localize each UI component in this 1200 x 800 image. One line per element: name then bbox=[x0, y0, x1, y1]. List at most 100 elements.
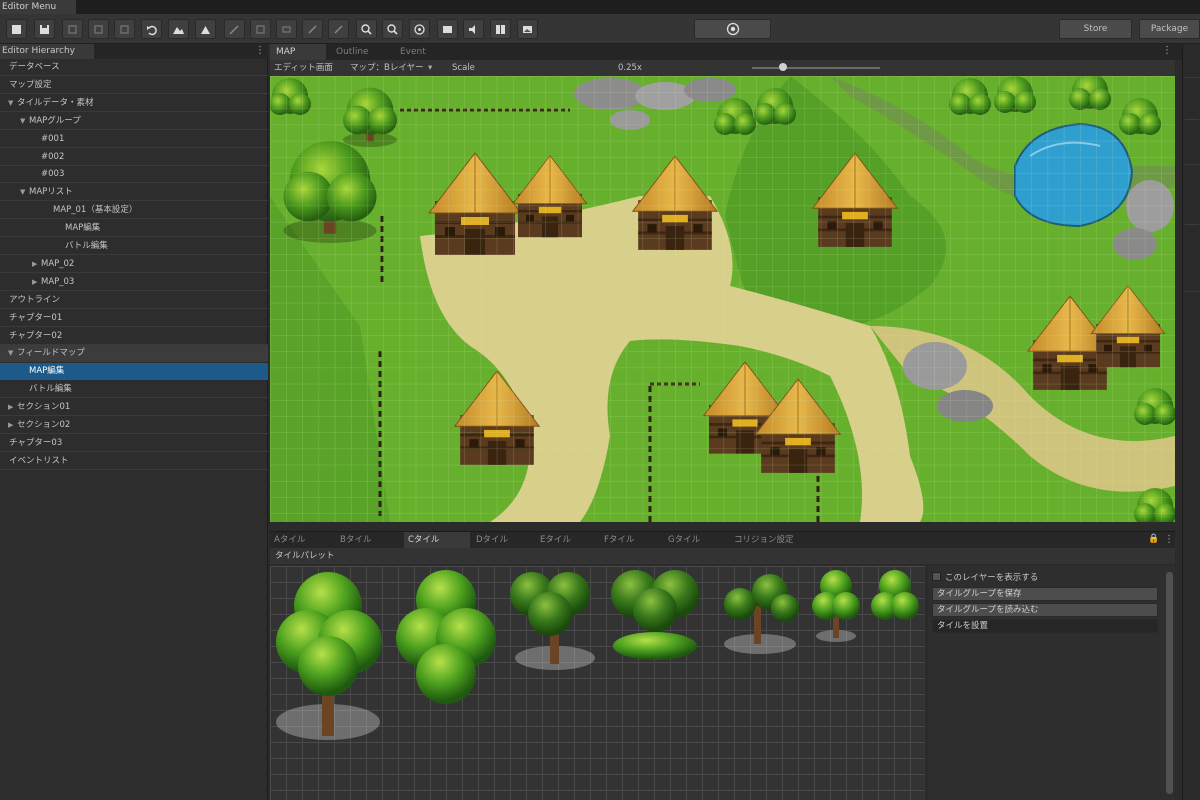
triangle-icon[interactable] bbox=[195, 19, 216, 39]
checkbox-icon[interactable] bbox=[932, 572, 941, 581]
play-button[interactable] bbox=[694, 19, 771, 39]
show-layer-checkbox[interactable]: このレイヤーを表示する bbox=[932, 571, 1158, 585]
undo-icon[interactable] bbox=[141, 19, 162, 39]
village-map[interactable] bbox=[270, 76, 1175, 522]
hierarchy-item[interactable]: #003 bbox=[0, 166, 268, 184]
hierarchy-item[interactable]: MAP編集 bbox=[0, 363, 268, 381]
hierarchy-item[interactable]: ▶ セクション02 bbox=[0, 417, 268, 434]
layer-dropdown[interactable]: マップ：Bレイヤー bbox=[350, 60, 424, 76]
expand-arrow-icon[interactable]: ▼ bbox=[20, 113, 29, 129]
scale-value: 0.25x bbox=[618, 63, 642, 73]
paste-icon[interactable] bbox=[88, 19, 109, 39]
editor-menu-tab[interactable]: Editor Menu bbox=[0, 0, 76, 14]
right-strip-item[interactable] bbox=[1185, 62, 1199, 78]
hierarchy-item[interactable]: ▶ MAP_02 bbox=[0, 256, 268, 273]
map-canvas[interactable] bbox=[270, 76, 1175, 522]
menu-kebab-icon[interactable]: ⋮ bbox=[255, 45, 265, 56]
eyedropper-icon[interactable] bbox=[328, 19, 349, 39]
lock-icon[interactable]: 🔒 bbox=[1148, 534, 1159, 544]
hierarchy-item[interactable]: チャプター03 bbox=[0, 435, 268, 452]
hierarchy-item[interactable]: #002 bbox=[0, 149, 268, 166]
hierarchy-item[interactable]: マップ設定 bbox=[0, 77, 268, 94]
right-strip-item[interactable] bbox=[1185, 209, 1199, 225]
hierarchy-item[interactable]: チャプター02 bbox=[0, 328, 268, 345]
new-icon[interactable] bbox=[6, 19, 27, 39]
hierarchy-tab[interactable]: Editor Hierarchy bbox=[0, 44, 94, 59]
hierarchy-item[interactable]: ▶ MAP_03 bbox=[0, 274, 268, 291]
tile-palette-trees[interactable] bbox=[270, 566, 925, 800]
tab-tile-f[interactable]: Fタイル bbox=[600, 532, 664, 549]
expand-arrow-icon[interactable]: ▼ bbox=[20, 184, 29, 200]
show-layer-label: このレイヤーを表示する bbox=[945, 573, 1039, 583]
tab-tile-c[interactable]: Cタイル bbox=[404, 532, 470, 549]
tile-palette-grid[interactable] bbox=[270, 566, 925, 800]
right-strip-item[interactable] bbox=[1185, 149, 1199, 165]
right-strip-item[interactable] bbox=[1185, 276, 1199, 292]
image-icon[interactable] bbox=[517, 19, 538, 39]
target-icon[interactable] bbox=[409, 19, 430, 39]
tab-tile-g[interactable]: Gタイル bbox=[664, 532, 728, 549]
copy-icon[interactable] bbox=[62, 19, 83, 39]
tab-tile-d[interactable]: Dタイル bbox=[472, 532, 536, 549]
expand-arrow-icon[interactable]: ▼ bbox=[8, 95, 17, 111]
scale-slider-track[interactable] bbox=[752, 67, 880, 69]
collapse-arrow-icon[interactable]: ▶ bbox=[8, 399, 17, 415]
tab-map[interactable]: MAP bbox=[270, 44, 326, 60]
place-tile-button[interactable]: タイルを設置 bbox=[932, 619, 1158, 633]
hierarchy-item[interactable]: #001 bbox=[0, 131, 268, 148]
tile-palette-label: タイルパレット bbox=[270, 548, 1175, 564]
hierarchy-item-label: MAP_01（基本設定） bbox=[53, 205, 138, 216]
save-tile-group-button[interactable]: タイルグループを保存 bbox=[932, 587, 1158, 601]
tab-tile-a[interactable]: Aタイル bbox=[270, 532, 334, 549]
tab-event[interactable]: Event bbox=[394, 44, 454, 60]
zoom-in-icon[interactable] bbox=[356, 19, 377, 39]
ellipse-icon[interactable] bbox=[276, 19, 297, 39]
tab-outline[interactable]: Outline bbox=[330, 44, 390, 60]
pencil-icon[interactable] bbox=[224, 19, 245, 39]
hierarchy-item[interactable]: イベントリスト bbox=[0, 453, 268, 470]
hierarchy-item[interactable]: アウトライン bbox=[0, 292, 268, 309]
layer-dropdown-arrow-icon[interactable]: ▾ bbox=[428, 60, 432, 76]
save-icon[interactable] bbox=[34, 19, 55, 39]
scale-slider-handle[interactable] bbox=[778, 63, 787, 71]
load-tile-group-button[interactable]: タイルグループを読み込む bbox=[932, 603, 1158, 617]
hierarchy-item[interactable]: データベース bbox=[0, 59, 268, 76]
hierarchy-item[interactable]: バトル編集 bbox=[0, 238, 268, 255]
delete-icon[interactable] bbox=[114, 19, 135, 39]
edit-mode-label[interactable]: エディット画面 bbox=[274, 60, 333, 76]
collapse-arrow-icon[interactable]: ▶ bbox=[32, 274, 41, 290]
map-menu-kebab-icon[interactable]: ⋮ bbox=[1162, 45, 1172, 56]
hierarchy-item-label: チャプター01 bbox=[9, 312, 63, 323]
hierarchy-item[interactable]: ▶ セクション01 bbox=[0, 399, 268, 417]
sound-icon[interactable] bbox=[463, 19, 484, 39]
hierarchy-item[interactable]: バトル編集 bbox=[0, 381, 268, 399]
fill-icon[interactable] bbox=[302, 19, 323, 39]
zoom-out-icon[interactable] bbox=[382, 19, 403, 39]
hierarchy-item[interactable]: ▼ MAPリスト bbox=[0, 184, 268, 202]
hierarchy-item[interactable]: MAP_01（基本設定） bbox=[0, 202, 268, 220]
hierarchy-item[interactable]: チャプター01 bbox=[0, 310, 268, 327]
store-button[interactable]: Store bbox=[1059, 19, 1132, 39]
expand-arrow-icon[interactable]: ▼ bbox=[8, 345, 17, 361]
tab-tile-e[interactable]: Eタイル bbox=[536, 532, 600, 549]
tab-collision[interactable]: コリジョン設定 bbox=[730, 532, 810, 549]
hierarchy-item-label: #003 bbox=[41, 169, 65, 180]
hierarchy-item-label: MAP_03 bbox=[41, 276, 75, 287]
book-icon[interactable] bbox=[490, 19, 511, 39]
hierarchy-item[interactable]: ▼ タイルデータ・素材 bbox=[0, 95, 268, 112]
palette-scrollbar[interactable] bbox=[1166, 572, 1173, 794]
tile-menu-kebab-icon[interactable]: ⋮ bbox=[1164, 534, 1174, 545]
package-button[interactable]: Package bbox=[1139, 19, 1200, 39]
hierarchy-item-label: セクション01 bbox=[17, 402, 71, 413]
hierarchy-tree: データベース マップ設定 ▼ タイルデータ・素材 ▼ MAPグループ #001 #002 #00… bbox=[0, 59, 268, 800]
mountain-icon[interactable] bbox=[168, 19, 189, 39]
right-strip-item[interactable] bbox=[1185, 104, 1199, 120]
hierarchy-item[interactable]: MAP編集 bbox=[0, 220, 268, 238]
layers-icon[interactable] bbox=[437, 19, 458, 39]
hierarchy-item[interactable]: ▼ フィールドマップ bbox=[0, 345, 268, 363]
rectangle-icon[interactable] bbox=[250, 19, 271, 39]
hierarchy-item[interactable]: ▼ MAPグループ bbox=[0, 113, 268, 130]
collapse-arrow-icon[interactable]: ▶ bbox=[8, 417, 17, 433]
collapse-arrow-icon[interactable]: ▶ bbox=[32, 256, 41, 272]
tab-tile-b[interactable]: Bタイル bbox=[336, 532, 400, 549]
